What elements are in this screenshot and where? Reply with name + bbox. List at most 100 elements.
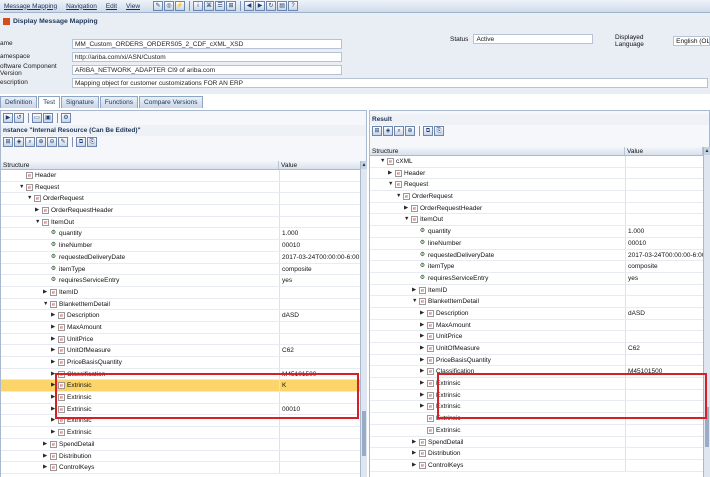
value-cell[interactable] [279,321,361,333]
value-cell[interactable]: 1.000 [625,226,703,237]
value-cell[interactable] [279,181,361,193]
value-cell[interactable] [625,179,703,191]
value-cell[interactable] [279,333,361,345]
execute-icon[interactable]: ▶ [3,113,13,123]
expand-triangle-icon[interactable]: ▶ [43,439,47,450]
tree-row[interactable]: ▶ e MaxAmount [1,321,361,334]
value-cell[interactable] [625,214,703,226]
tree-row[interactable]: ⚙ itemType composite [370,261,703,273]
tree-row[interactable]: ▶ e OrderRequestHeader [1,205,361,217]
print-icon[interactable]: ▤ [277,1,288,11]
expand-triangle-icon[interactable]: ▶ [35,205,39,216]
tab-test[interactable]: Test [38,96,61,108]
tree-row[interactable]: ▼ e BlanketItemDetail [370,296,703,308]
tree-row[interactable]: ⚙ requestedDeliveryDate 2017-03-24T00:00:0… [370,249,703,262]
collapse-triangle-icon[interactable]: ▼ [380,156,385,167]
expand-triangle-icon[interactable]: ▶ [412,285,416,296]
expand-triangle-icon[interactable]: ▶ [412,460,416,471]
value-cell[interactable] [279,462,361,473]
collapse-triangle-icon[interactable]: ▼ [404,214,409,225]
forward-arrow-icon[interactable]: ▶ [255,1,266,11]
expand-triangle-icon[interactable]: ▶ [420,401,424,412]
tab-definition[interactable]: Definition [0,96,38,108]
scroll-up-icon[interactable]: ▲ [361,161,367,169]
value-cell[interactable] [625,448,703,459]
expand-triangle-icon[interactable]: ▶ [51,427,55,438]
open-file-icon[interactable]: ▭ [32,113,42,123]
tree-row[interactable]: ▶ e UnitPrice [1,333,361,346]
value-cell[interactable] [625,284,703,296]
tree-row[interactable]: ▶ e MaxAmount [370,319,703,332]
expand-triangle-icon[interactable]: ▶ [43,451,47,462]
expand-triangle-icon[interactable]: ▶ [51,322,55,333]
expand-icon[interactable]: ⊕ [405,126,415,136]
value-cell[interactable]: dASD [279,310,361,321]
tab-signature[interactable]: Signature [61,96,99,108]
tree-row[interactable]: ▼ e BlanketItemDetail [1,298,361,311]
tree-row[interactable]: ▶ e Distribution [1,450,361,463]
tree-row[interactable]: e Header [1,170,361,182]
collapse-triangle-icon[interactable]: ▼ [43,299,48,310]
refresh-icon[interactable]: ↻ [266,1,277,11]
collapse-triangle-icon[interactable]: ▼ [388,179,393,190]
collapse-triangle-icon[interactable]: ▼ [396,191,401,202]
paste-icon[interactable]: ⎘ [87,137,97,147]
value-cell[interactable] [625,296,703,307]
load-icon[interactable]: ↺ [14,113,24,123]
expand-triangle-icon[interactable]: ▶ [388,168,392,179]
tree-row[interactable]: ▶ e SpendDetail [1,438,361,451]
copy-icon[interactable]: ⧉ [76,137,86,147]
tree-row[interactable]: ▶ e PriceBasisQuantity [1,357,361,369]
description-field[interactable]: Mapping object for customer customizatio… [72,77,708,88]
value-cell[interactable]: dASD [625,307,703,319]
source-vertical-scrollbar[interactable]: ▲ [360,161,367,477]
tree-row[interactable]: ⚙ lineNumber 00010 [370,237,703,250]
value-cell[interactable] [625,354,703,366]
tree-row[interactable]: ▶ e PriceBasisQuantity [370,354,703,367]
tab-functions[interactable]: Functions [99,96,139,108]
value-cell[interactable] [279,193,361,205]
tab-compare-versions[interactable]: Compare Versions [139,96,203,108]
value-cell[interactable]: C62 [279,345,361,356]
collapse-icon[interactable]: ⊖ [47,137,57,147]
value-cell[interactable]: 2017-03-24T00:00:00-6:00 [625,249,703,261]
value-cell[interactable] [279,450,361,462]
tree-row[interactable]: ▶ e OrderRequestHeader [370,202,703,215]
menu-edit[interactable]: Edit [106,3,117,10]
edit-node-icon[interactable]: ✎ [58,137,68,147]
back-arrow-icon[interactable]: ◀ [244,1,255,11]
value-cell[interactable] [625,167,703,179]
scroll-up-icon[interactable]: ▲ [704,147,710,155]
expand-triangle-icon[interactable]: ▶ [43,287,47,298]
copy-icon[interactable]: ⧉ [423,126,433,136]
value-cell[interactable] [279,286,361,298]
tree-row[interactable]: ▼ e cXML [370,156,703,168]
result-vertical-scrollbar[interactable]: ▲ [703,147,710,477]
xml-view-icon[interactable]: ◈ [383,126,393,136]
tree-row[interactable]: ▶ e UnitPrice [370,331,703,343]
tree-row[interactable]: ⚙ quantity 1.000 [370,226,703,238]
structure-column-header[interactable]: Structure [370,147,625,155]
tree-row[interactable]: ⚙ lineNumber 00010 [1,240,361,252]
expand-triangle-icon[interactable]: ▶ [51,345,55,356]
expand-triangle-icon[interactable]: ▶ [420,378,424,389]
namespace-field[interactable]: http://ariba.com/xi/ASN/Custom [72,51,342,62]
expand-triangle-icon[interactable]: ▶ [412,437,416,448]
display-glasses-icon[interactable]: ◎ [164,1,175,11]
menu-view[interactable]: View [126,3,140,10]
structure-column-header[interactable]: Structure [1,161,279,169]
expand-triangle-icon[interactable]: ▶ [420,331,424,342]
value-cell[interactable]: 2017-03-24T00:00:00-6:00 [279,251,361,263]
value-cell[interactable]: 00010 [279,240,361,251]
tree-row[interactable]: ⚙ requiresServiceEntry yes [1,275,361,287]
expand-triangle-icon[interactable]: ▶ [420,366,424,377]
object-list-icon[interactable]: ☰ [215,1,226,11]
xml-view-icon[interactable]: ◈ [14,137,24,147]
value-cell[interactable] [625,319,703,331]
collapse-triangle-icon[interactable]: ▼ [19,182,24,193]
scroll-thumb[interactable] [362,411,366,456]
tree-row[interactable]: ▶ e ItemID [1,286,361,299]
tree-row[interactable]: ▼ e Request [1,181,361,194]
expand-triangle-icon[interactable]: ▶ [51,334,55,345]
value-cell[interactable] [625,424,703,436]
